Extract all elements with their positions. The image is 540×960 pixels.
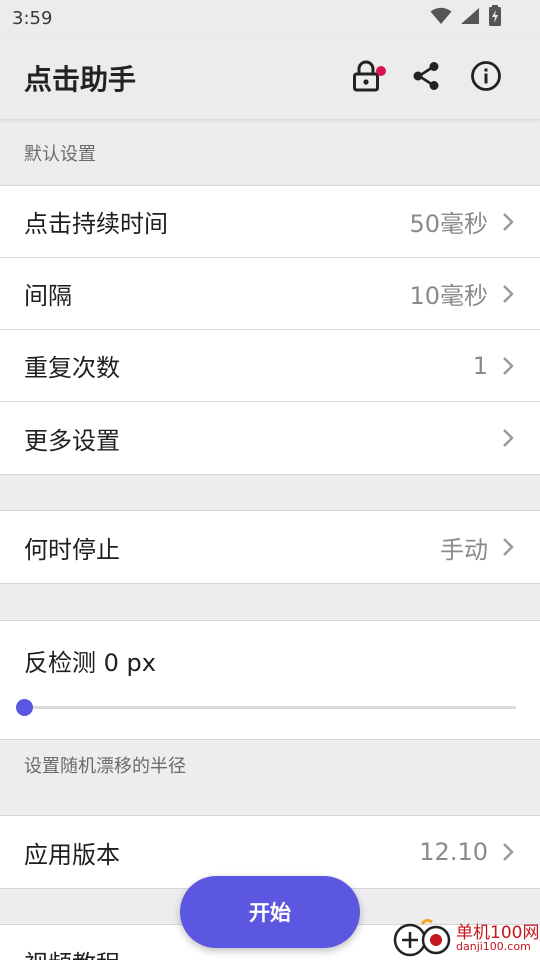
wifi-icon: [430, 7, 452, 29]
row-value: 10毫秒: [409, 282, 488, 310]
chevron-right-icon: [502, 537, 516, 557]
anti-detect-label: 反检测 0 px: [24, 649, 156, 677]
row-value: 12.10: [419, 838, 488, 866]
row-label: 重复次数: [24, 354, 120, 382]
status-bar: 3:59: [0, 0, 540, 36]
watermark-logo-icon: [393, 918, 451, 957]
notification-dot: [376, 65, 386, 76]
row-label: 间隔: [24, 282, 72, 310]
anti-detect-slider-track[interactable]: [24, 706, 516, 709]
row-label: 点击持续时间: [24, 210, 168, 238]
chevron-right-icon: [502, 284, 516, 304]
stop-condition-card: 何时停止 手动: [0, 510, 540, 584]
status-time: 3:59: [12, 7, 53, 29]
anti-detect-slider-thumb[interactable]: [16, 699, 33, 716]
info-icon: [470, 60, 502, 96]
signal-icon: [460, 7, 480, 29]
row-value: 1: [472, 351, 488, 380]
anti-detect-caption: 设置随机漂移的半径: [24, 756, 186, 777]
share-icon: [411, 61, 441, 95]
row-label: 更多设置: [24, 426, 120, 455]
row-label: 应用版本: [24, 840, 120, 869]
row-value: 手动: [440, 535, 488, 564]
chevron-right-icon: [502, 428, 516, 448]
chevron-right-icon: [502, 212, 516, 232]
battery-charging-icon: [488, 5, 502, 31]
lock-icon: [352, 60, 380, 96]
row-more-settings[interactable]: 更多设置: [0, 402, 540, 474]
section-header-default: 默认设置: [24, 144, 96, 165]
row-value: 50毫秒: [409, 210, 488, 238]
watermark-domain: danji100.com: [456, 940, 531, 953]
app-actions: [336, 48, 516, 108]
chevron-right-icon: [502, 842, 516, 862]
row-click-duration[interactable]: 点击持续时间 50毫秒: [0, 186, 540, 258]
start-button[interactable]: 开始: [180, 876, 360, 948]
screen: 3:59 点击助手 默认设置 点击持续时间 50毫秒 间隔 10毫秒 重复次数 …: [0, 0, 540, 960]
share-button[interactable]: [396, 48, 456, 108]
default-settings-card: 点击持续时间 50毫秒 间隔 10毫秒 重复次数 1 更多设置: [0, 185, 540, 475]
chevron-right-icon: [502, 356, 516, 376]
watermark: 单机100网 danji100.com: [392, 916, 540, 960]
info-button[interactable]: [456, 48, 516, 108]
row-when-to-stop[interactable]: 何时停止 手动: [0, 511, 540, 583]
row-interval[interactable]: 间隔 10毫秒: [0, 258, 540, 330]
status-icons: [430, 5, 502, 31]
row-label: 何时停止: [24, 535, 120, 564]
anti-detect-card: 反检测 0 px: [0, 620, 540, 740]
app-bar: 点击助手: [0, 36, 540, 120]
app-title: 点击助手: [24, 62, 137, 96]
lock-button[interactable]: [336, 48, 396, 108]
row-repeat-count[interactable]: 重复次数 1: [0, 330, 540, 402]
